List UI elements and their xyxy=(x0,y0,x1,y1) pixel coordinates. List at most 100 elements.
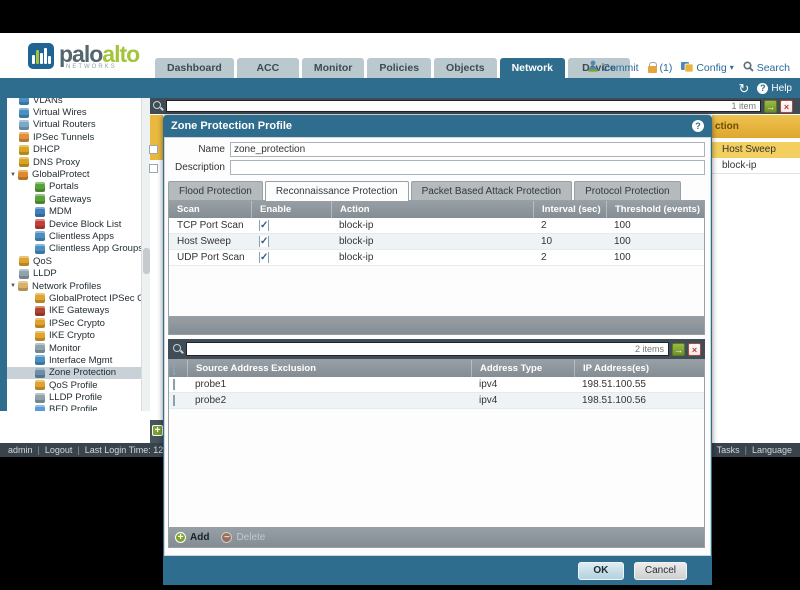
sidebar-item-lldp[interactable]: LLDP xyxy=(7,267,141,279)
sidebar-item-virtual-routers[interactable]: Virtual Routers xyxy=(7,119,141,131)
sidebar-item-ike-crypto[interactable]: IKE Crypto xyxy=(7,329,141,341)
page-filter-input[interactable]: 1 item xyxy=(166,100,761,112)
refresh-icon[interactable]: ↻ xyxy=(739,82,750,95)
sidebar-item-globalprotect-ipsec-crypto[interactable]: GlobalProtect IPSec Crypto xyxy=(7,292,141,304)
sidebar-item-monitor[interactable]: Monitor xyxy=(7,342,141,354)
threshold-cell[interactable]: 100 xyxy=(606,236,704,247)
tab-acc[interactable]: ACC xyxy=(237,58,299,78)
column-header-interval-sec[interactable]: Interval (sec) xyxy=(533,201,606,218)
description-field[interactable] xyxy=(230,160,705,175)
column-header-action[interactable]: Action xyxy=(331,201,533,218)
clear-filter-button[interactable]: × xyxy=(688,343,701,356)
ok-button[interactable]: OK xyxy=(578,562,624,580)
sidebar-item-vlans[interactable]: VLANs xyxy=(7,98,141,106)
sidebar-item-bfd-profile[interactable]: BFD Profile xyxy=(7,404,141,411)
tab-monitor[interactable]: Monitor xyxy=(302,58,365,78)
help-link[interactable]: ? Help xyxy=(757,83,792,94)
sidebar-item-gateways[interactable]: Gateways xyxy=(7,193,141,205)
sidebar-item-ipsec-crypto[interactable]: IPSec Crypto xyxy=(7,317,141,329)
action-cell[interactable]: block-ip xyxy=(331,252,533,263)
delete-button[interactable]: − Delete xyxy=(221,532,265,543)
sidebar-scrollbar-thumb[interactable] xyxy=(143,248,150,274)
column-header-ip-address-es[interactable]: IP Address(es) xyxy=(574,360,704,377)
exclusion-filter-input[interactable]: 2 items xyxy=(186,342,669,356)
threshold-cell[interactable]: 100 xyxy=(606,252,704,263)
select-all-checkbox[interactable] xyxy=(173,362,175,375)
sidebar-item-zone-protection[interactable]: Zone Protection xyxy=(7,367,141,379)
search-icon xyxy=(172,343,184,355)
status-admin[interactable]: admin xyxy=(8,445,33,455)
sidebar-item-ipsec-tunnels[interactable]: IPSec Tunnels xyxy=(7,131,141,143)
page-filter-bar: 1 item → × xyxy=(150,98,800,114)
sidebar-item-dhcp[interactable]: DHCP xyxy=(7,144,141,156)
sidebar-item-virtual-wires[interactable]: Virtual Wires xyxy=(7,106,141,118)
column-header-address-type[interactable]: Address Type xyxy=(471,360,574,377)
dialog-help-icon[interactable]: ? xyxy=(692,120,704,132)
sidebar-item-network-profiles[interactable]: ▼Network Profiles xyxy=(7,280,141,292)
sidebar-item-label: Virtual Wires xyxy=(33,107,87,118)
name-field[interactable] xyxy=(230,142,705,157)
tab-dashboard[interactable]: Dashboard xyxy=(155,58,234,78)
sidebar-item-lldp-profile[interactable]: LLDP Profile xyxy=(7,391,141,403)
status-tasks[interactable]: Tasks xyxy=(717,445,740,455)
tree-expand-icon[interactable]: ▼ xyxy=(10,172,18,178)
action-cell[interactable]: block-ip xyxy=(331,236,533,247)
threshold-cell[interactable]: 100 xyxy=(606,220,704,231)
row-checkbox[interactable] xyxy=(173,379,175,390)
apply-filter-button[interactable]: → xyxy=(764,100,777,113)
sidebar-item-portals[interactable]: Portals xyxy=(7,181,141,193)
add-button[interactable]: + Add xyxy=(175,532,209,543)
sidebar-item-label: IKE Gateways xyxy=(49,305,109,316)
sidebar-item-label: GlobalProtect xyxy=(32,169,90,180)
enable-checkbox[interactable]: ✓ xyxy=(259,236,269,247)
sidebar-item-ike-gateways[interactable]: IKE Gateways xyxy=(7,305,141,317)
sidebar-item-clientless-apps[interactable]: Clientless Apps xyxy=(7,230,141,242)
tab-network[interactable]: Network xyxy=(500,58,565,78)
action-cell[interactable]: block-ip xyxy=(331,220,533,231)
exclusion-name-cell[interactable]: probe2 xyxy=(187,395,471,406)
sidebar-item-dns-proxy[interactable]: DNS Proxy xyxy=(7,156,141,168)
sidebar-item-device-block-list[interactable]: Device Block List xyxy=(7,218,141,230)
column-header-source-address-exclusion[interactable]: Source Address Exclusion xyxy=(187,360,471,377)
interval-cell[interactable]: 10 xyxy=(533,236,606,247)
enable-checkbox[interactable]: ✓ xyxy=(259,220,269,231)
sidebar-item-qos-profile[interactable]: QoS Profile xyxy=(7,379,141,391)
interval-cell[interactable]: 2 xyxy=(533,252,606,263)
status-logout[interactable]: Logout xyxy=(45,445,73,455)
sidebar-item-clientless-app-groups[interactable]: Clientless App Groups xyxy=(7,243,141,255)
cancel-button[interactable]: Cancel xyxy=(634,562,687,580)
select-all-cell xyxy=(169,360,187,377)
column-header-enable[interactable]: Enable xyxy=(251,201,331,218)
tab-policies[interactable]: Policies xyxy=(367,58,431,78)
search-link[interactable]: Search xyxy=(743,61,790,75)
paloalto-logo-icon xyxy=(28,43,54,69)
tab-objects[interactable]: Objects xyxy=(434,58,497,78)
background-add-button[interactable]: + xyxy=(152,425,163,436)
column-header-threshold-events[interactable]: Threshold (events) xyxy=(606,201,704,218)
background-row-checkbox[interactable] xyxy=(149,145,158,154)
sidebar-item-mdm[interactable]: MDM xyxy=(7,206,141,218)
lock-indicator[interactable]: (1) xyxy=(648,62,673,74)
exclusion-name-cell[interactable]: probe1 xyxy=(187,379,471,390)
teal-toolbar: ↻ ? Help xyxy=(0,78,800,98)
dialog-tab-flood-protection[interactable]: Flood Protection xyxy=(168,181,263,200)
background-row-checkbox[interactable] xyxy=(149,164,158,173)
scan-row-host-sweep: Host Sweep✓block-ip10100 xyxy=(169,234,704,250)
status-language[interactable]: Language xyxy=(752,445,792,455)
sidebar-item-qos[interactable]: QoS xyxy=(7,255,141,267)
sidebar-item-globalprotect[interactable]: ▼ GlobalProtect xyxy=(7,168,141,180)
apply-filter-button[interactable]: → xyxy=(672,343,685,356)
tree-expand-icon[interactable]: ▼ xyxy=(10,283,18,289)
sidebar-item-interface-mgmt[interactable]: Interface Mgmt xyxy=(7,354,141,366)
enable-checkbox[interactable]: ✓ xyxy=(259,252,269,263)
row-checkbox[interactable] xyxy=(173,395,175,406)
config-menu[interactable]: Config▾ xyxy=(681,61,733,75)
clear-filter-button[interactable]: × xyxy=(780,100,793,113)
dialog-tab-packet-based-attack-protection[interactable]: Packet Based Attack Protection xyxy=(411,181,573,200)
dialog-tab-protocol-protection[interactable]: Protocol Protection xyxy=(574,181,681,200)
commit-link[interactable]: Commit xyxy=(587,60,638,75)
sidebar-item-label: VLANs xyxy=(33,98,63,106)
column-header-scan[interactable]: Scan xyxy=(169,201,251,218)
dialog-tab-reconnaissance-protection[interactable]: Reconnaissance Protection xyxy=(265,181,409,201)
interval-cell[interactable]: 2 xyxy=(533,220,606,231)
